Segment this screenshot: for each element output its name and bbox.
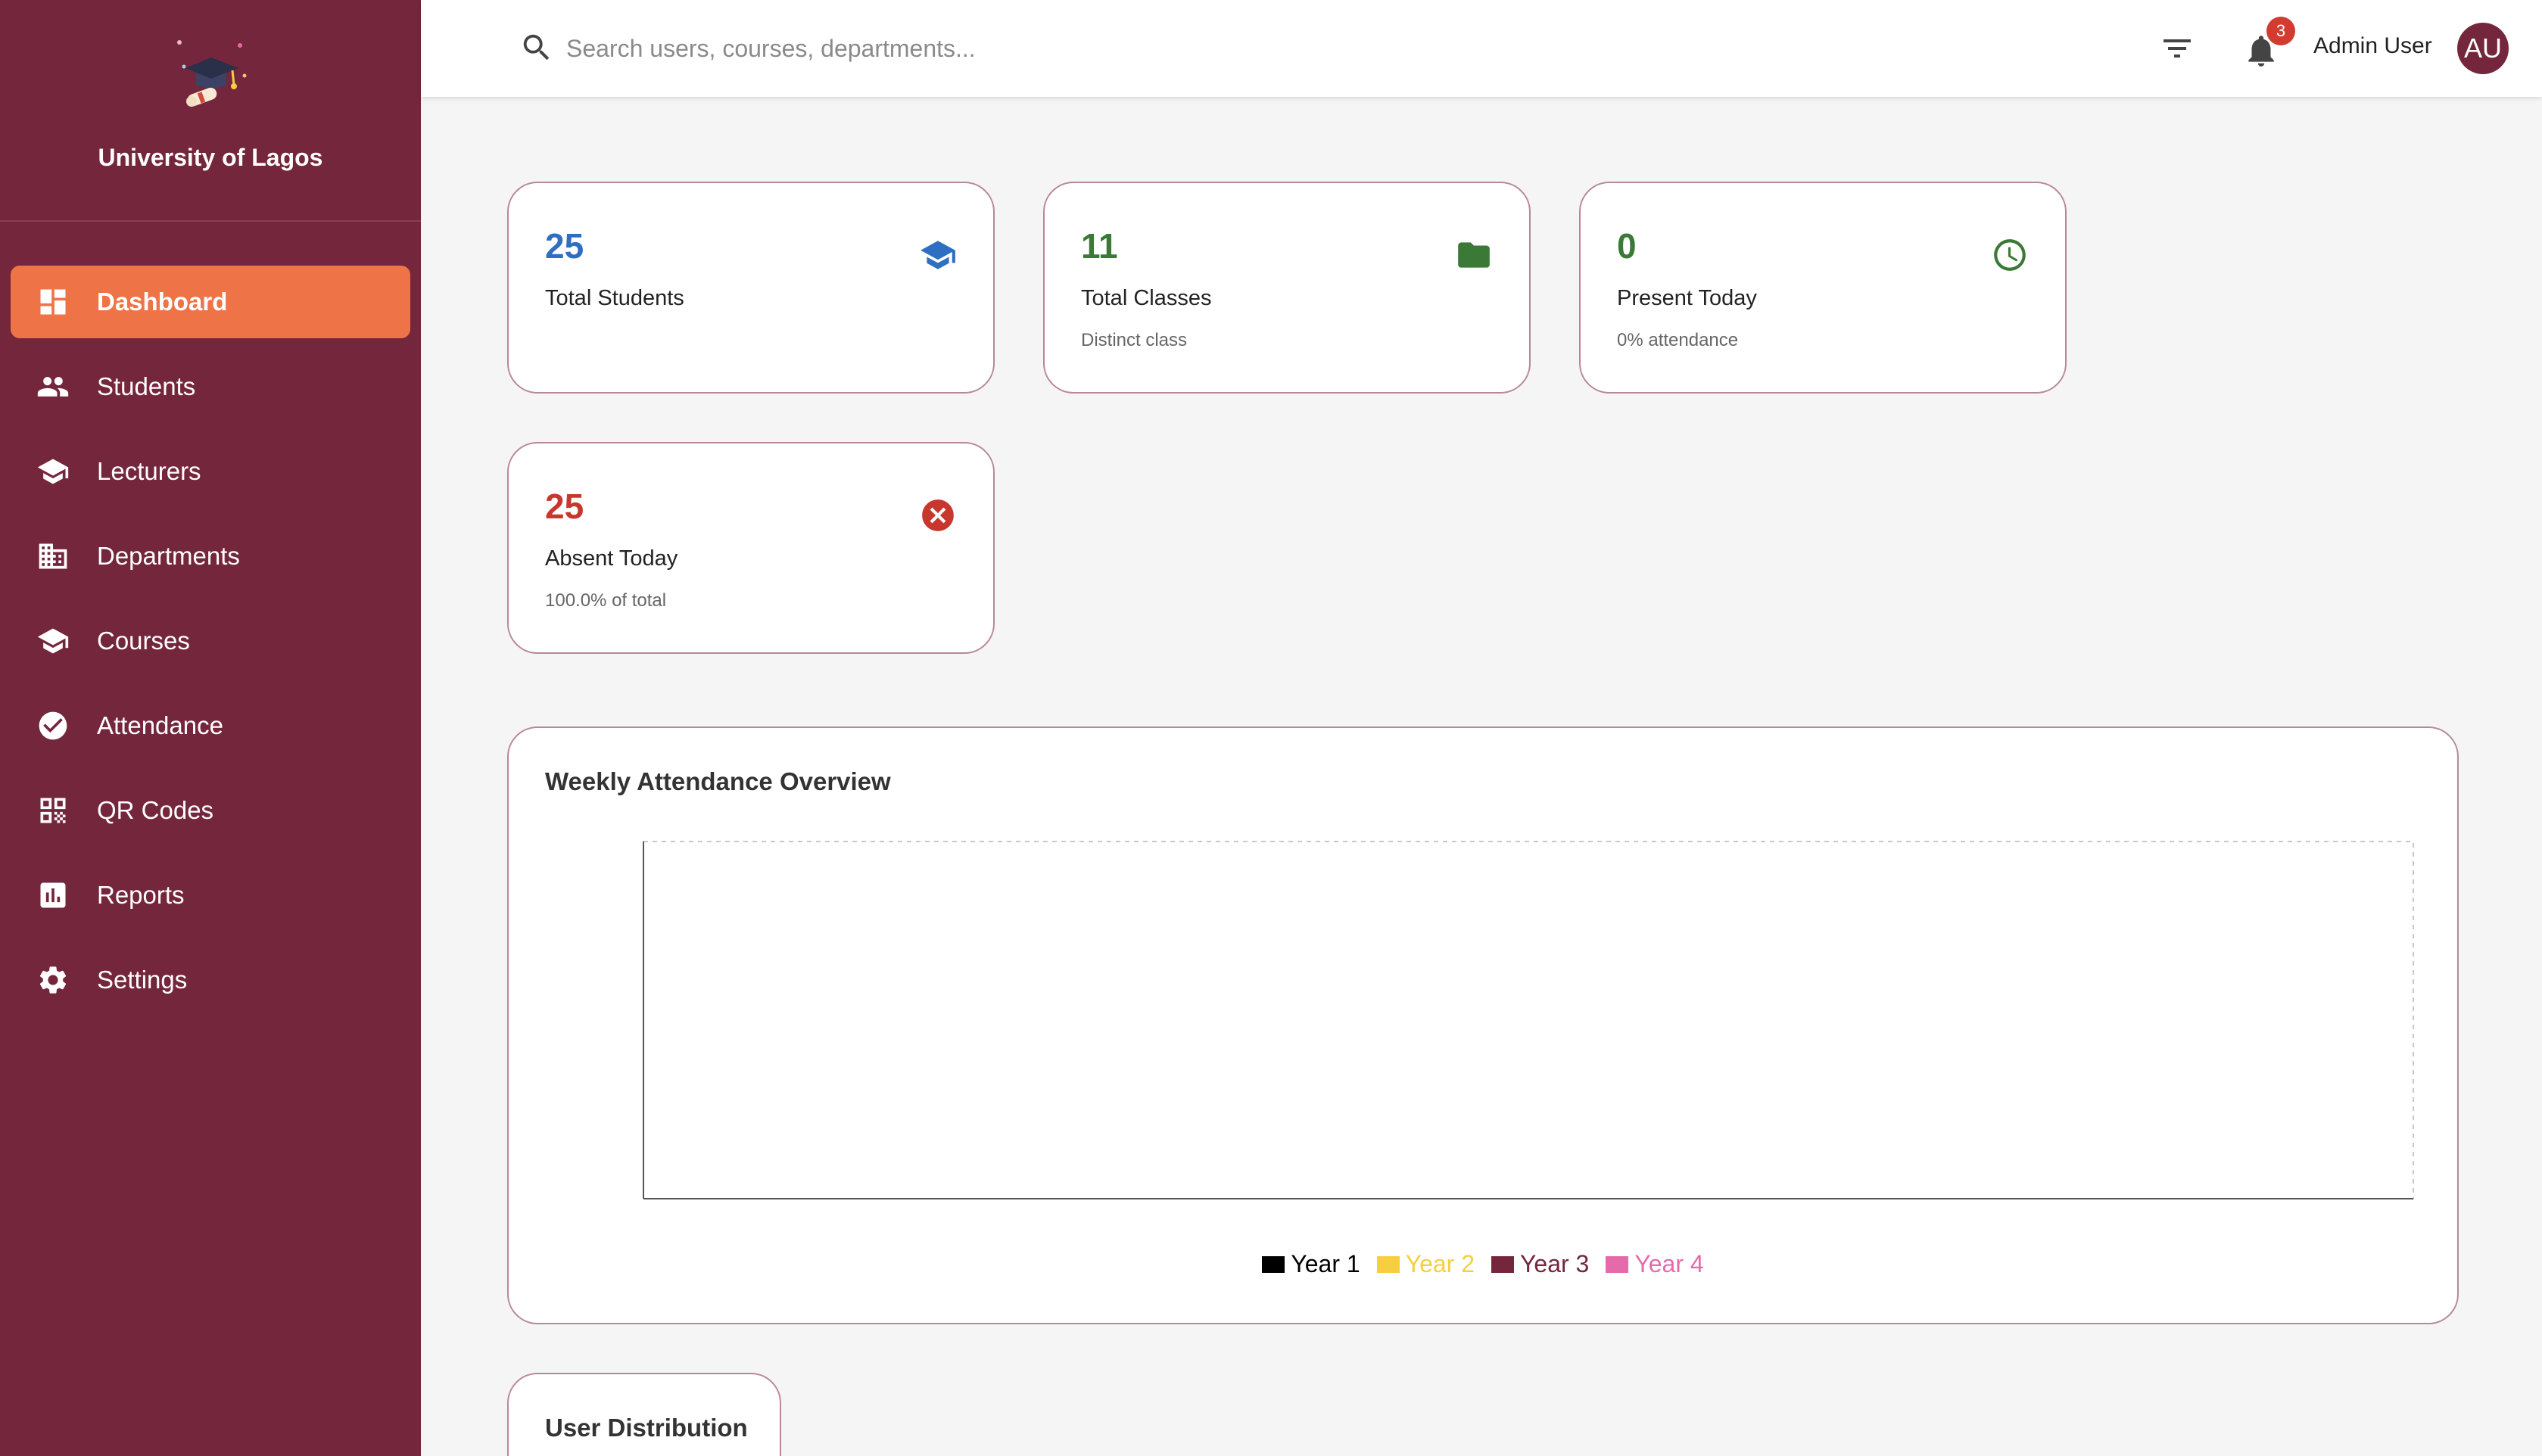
sidebar-item-departments[interactable]: Departments [11,520,410,593]
school-icon [36,624,70,658]
filter-icon[interactable] [2159,30,2195,67]
legend-item[interactable]: Year 2 [1376,1250,1475,1278]
sidebar-item-label: Dashboard [97,288,228,316]
sidebar-item-label: Students [97,372,196,400]
legend-label: Year 3 [1520,1250,1590,1277]
sidebar-item-lecturers[interactable]: Lecturers [11,435,410,508]
user-distribution-card: User Distribution [507,1373,781,1456]
sidebar-item-students[interactable]: Students [11,350,410,423]
stat-card-total-students: 25 Total Students [507,182,995,394]
sidebar: University of Lagos Dashboard Students L… [0,0,421,1456]
weekly-attendance-chart [643,841,2414,1199]
gear-icon [36,963,70,997]
school-icon [919,236,957,274]
notifications-button[interactable]: 3 [2242,17,2295,70]
user-name[interactable]: Admin User [2313,33,2432,59]
stat-label: Total Students [545,286,684,310]
clock-icon [1991,236,2029,274]
sidebar-item-label: Settings [97,966,188,994]
stat-sub: 100.0% of total [545,590,667,611]
legend-label: Year 2 [1405,1250,1475,1277]
sidebar-item-label: Attendance [97,711,223,739]
stat-value: 25 [545,487,584,526]
stat-card-total-classes: 11 Total Classes Distinct class [1043,182,1531,394]
stat-value: 0 [1617,226,1637,266]
legend-label: Year 4 [1634,1250,1704,1277]
stat-value: 25 [545,226,584,266]
stat-sub: Distinct class [1081,330,1188,350]
stat-label: Present Today [1617,286,1757,310]
legend-swatch [1491,1255,1514,1273]
sidebar-item-label: Reports [97,881,185,909]
check-circle-icon [36,709,70,742]
chart-legend: Year 1 Year 2 Year 3 Year 4 [509,1250,2457,1278]
legend-item[interactable]: Year 3 [1491,1250,1589,1278]
cancel-icon [919,496,957,534]
top-bar: 3 Admin User AU [421,0,2542,97]
bar-chart-icon [36,879,70,912]
sidebar-item-settings[interactable]: Settings [11,944,410,1016]
sidebar-item-reports[interactable]: Reports [11,859,410,932]
folder-icon [1455,236,1493,274]
stat-value: 11 [1081,226,1118,266]
sidebar-item-dashboard[interactable]: Dashboard [11,266,410,338]
stat-label: Total Classes [1081,286,1212,310]
legend-label: Year 1 [1291,1250,1360,1277]
brand-name: University of Lagos [98,144,323,171]
plot-area [643,841,2414,1199]
dashboard-icon [36,285,70,319]
sidebar-item-label: Departments [97,542,240,570]
people-icon [36,370,70,403]
sidebar-item-courses[interactable]: Courses [11,605,410,677]
legend-swatch [1262,1255,1285,1273]
stat-card-absent-today: 25 Absent Today 100.0% of total [507,442,995,654]
sidebar-item-label: Courses [97,627,190,655]
distribution-title: User Distribution [545,1414,748,1442]
legend-swatch [1376,1255,1400,1273]
legend-item[interactable]: Year 4 [1606,1250,1704,1278]
stat-label: Absent Today [545,546,678,571]
stat-sub: 0% attendance [1617,330,1739,350]
sidebar-item-label: QR Codes [97,796,214,824]
sidebar-nav: Dashboard Students Lecturers Departments… [0,222,421,1016]
sidebar-item-attendance[interactable]: Attendance [11,689,410,762]
building-icon [36,540,70,573]
avatar[interactable]: AU [2457,23,2509,74]
search-input[interactable] [566,27,1248,70]
sidebar-item-qr-codes[interactable]: QR Codes [11,774,410,847]
brand: University of Lagos [0,0,421,222]
school-icon [36,455,70,488]
stat-card-present-today: 0 Present Today 0% attendance [1579,182,2067,394]
graduation-logo-icon [177,40,247,107]
weekly-attendance-card: Weekly Attendance Overview Year 1 Year 2… [507,726,2459,1324]
notification-badge: 3 [2266,17,2295,45]
qr-code-icon [36,794,70,827]
search-icon [523,34,550,61]
sidebar-item-label: Lecturers [97,457,201,485]
legend-item[interactable]: Year 1 [1262,1250,1360,1278]
legend-swatch [1606,1255,1629,1273]
